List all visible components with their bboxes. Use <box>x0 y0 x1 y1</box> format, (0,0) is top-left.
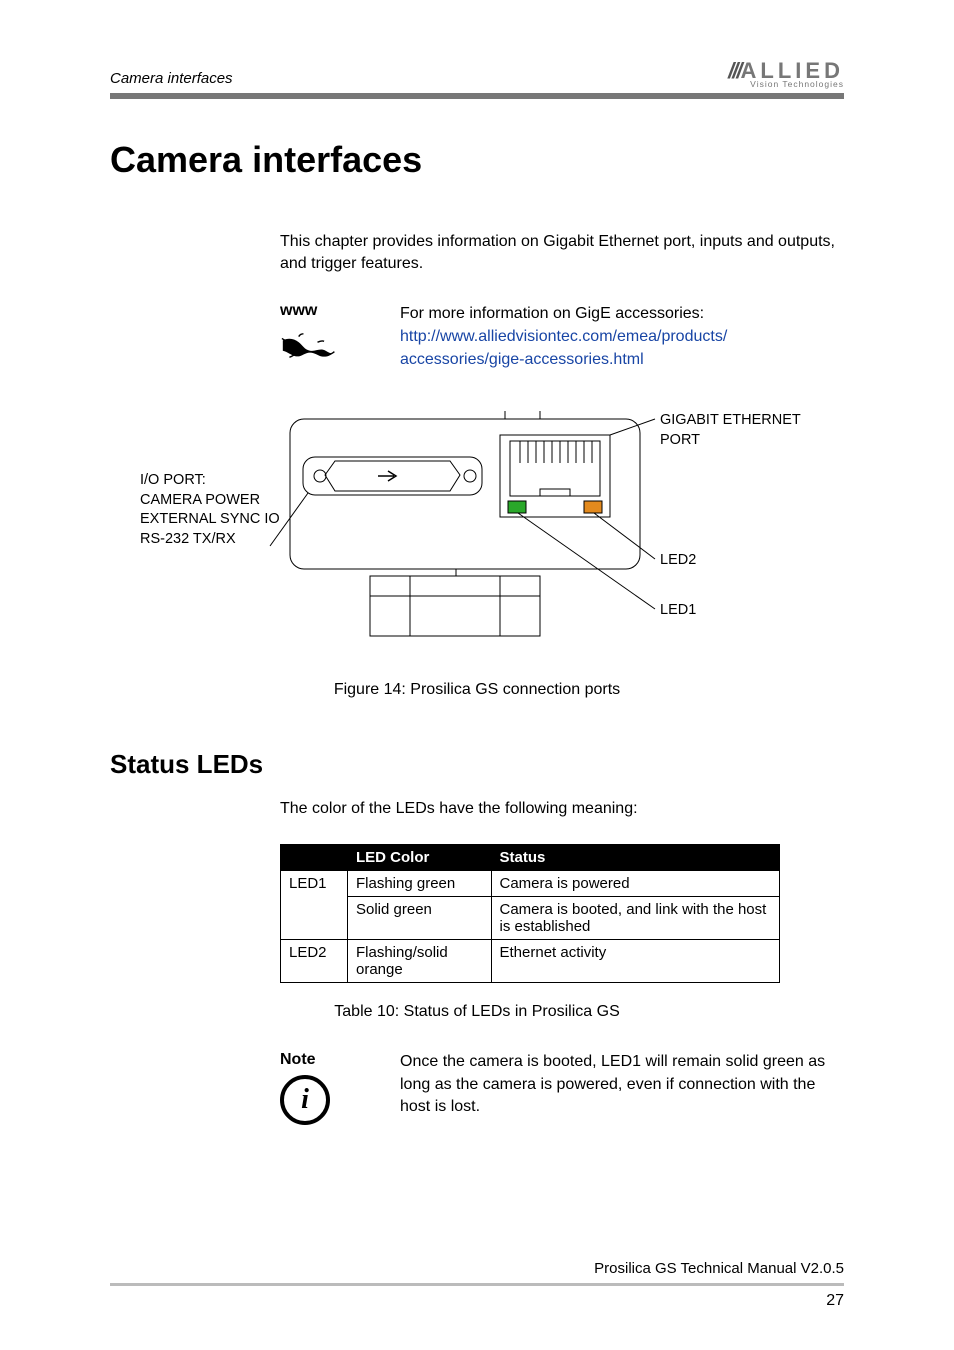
section-status-leds-heading: Status LEDs <box>110 749 844 780</box>
table-header-color: LED Color <box>348 845 492 871</box>
cell-led1-label: LED1 <box>281 871 348 940</box>
www-callout: www For more information on GigE accesso… <box>280 302 844 372</box>
gige-accessories-link[interactable]: http://www.alliedvisiontec.com/emea/prod… <box>400 328 727 345</box>
table-row: LED1 Flashing green Camera is powered <box>281 871 780 897</box>
cell: Flashing green <box>348 871 492 897</box>
table-header-blank <box>281 845 348 871</box>
page-number: 27 <box>110 1292 844 1310</box>
note-text: Once the camera is booted, LED1 will rem… <box>400 1051 844 1125</box>
www-lead: For more information on GigE accessories… <box>400 305 704 322</box>
logo-slashes-icon: /// <box>728 58 740 83</box>
table-header-status: Status <box>491 845 780 871</box>
cell: Solid green <box>348 897 492 940</box>
globe-icon <box>280 326 340 366</box>
www-text: For more information on GigE accessories… <box>400 302 727 372</box>
cell: Camera is powered <box>491 871 780 897</box>
connection-ports-diagram <box>110 401 850 661</box>
table-caption: Table 10: Status of LEDs in Prosilica GS <box>110 1003 844 1021</box>
figure-caption: Figure 14: Prosilica GS connection ports <box>110 681 844 699</box>
table-row: Solid green Camera is booted, and link w… <box>281 897 780 940</box>
cell-led2-label: LED2 <box>281 940 348 983</box>
cell: Flashing/solid orange <box>348 940 492 983</box>
page-title: Camera interfaces <box>110 139 844 181</box>
footer-doc-title: Prosilica GS Technical Manual V2.0.5 <box>110 1260 844 1277</box>
table-header-row: LED Color Status <box>281 845 780 871</box>
brand-logo: ///ALLIED Vision Technologies <box>728 60 844 89</box>
footer-divider <box>110 1283 844 1286</box>
header-divider <box>110 93 844 99</box>
status-leds-lead: The color of the LEDs have the following… <box>280 800 844 818</box>
note-callout: Note i Once the camera is booted, LED1 w… <box>280 1051 844 1125</box>
gige-accessories-link-2[interactable]: accessories/gige-accessories.html <box>400 351 644 368</box>
led-status-table: LED Color Status LED1 Flashing green Cam… <box>280 844 780 983</box>
note-label: Note <box>280 1051 370 1069</box>
table-row: LED2 Flashing/solid orange Ethernet acti… <box>281 940 780 983</box>
figure-connection-ports: I/O PORT: CAMERA POWER EXTERNAL SYNC IO … <box>110 401 844 661</box>
cell: Camera is booted, and link with the host… <box>491 897 780 940</box>
www-label: www <box>280 302 370 320</box>
info-icon: i <box>280 1075 330 1125</box>
page-footer: Prosilica GS Technical Manual V2.0.5 27 <box>110 1260 844 1310</box>
intro-paragraph: This chapter provides information on Gig… <box>280 231 844 276</box>
cell: Ethernet activity <box>491 940 780 983</box>
